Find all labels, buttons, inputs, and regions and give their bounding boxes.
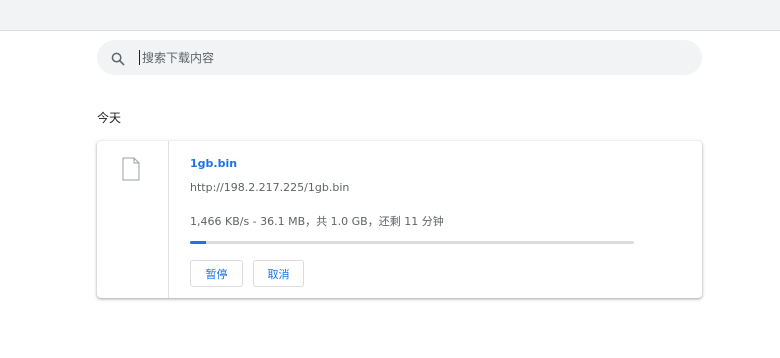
search-icon[interactable] — [111, 51, 125, 65]
toolbar — [0, 0, 780, 31]
file-icon-column — [97, 141, 169, 298]
file-icon — [122, 157, 140, 185]
progress-bar — [190, 241, 634, 244]
download-card: 1gb.bin http://198.2.217.225/1gb.bin 1,4… — [97, 141, 702, 298]
download-status: 1,466 KB/s - 36.1 MB，共 1.0 GB，还剩 11 分钟 — [190, 215, 444, 228]
file-name-link[interactable]: 1gb.bin — [190, 157, 237, 170]
search-input[interactable] — [142, 50, 662, 65]
text-cursor — [139, 50, 140, 65]
date-heading: 今天 — [97, 111, 122, 125]
cancel-button[interactable]: 取消 — [253, 260, 304, 287]
pause-button[interactable]: 暂停 — [190, 260, 243, 287]
progress-fill — [190, 241, 206, 244]
source-url: http://198.2.217.225/1gb.bin — [190, 181, 350, 194]
search-bar[interactable] — [97, 40, 702, 75]
